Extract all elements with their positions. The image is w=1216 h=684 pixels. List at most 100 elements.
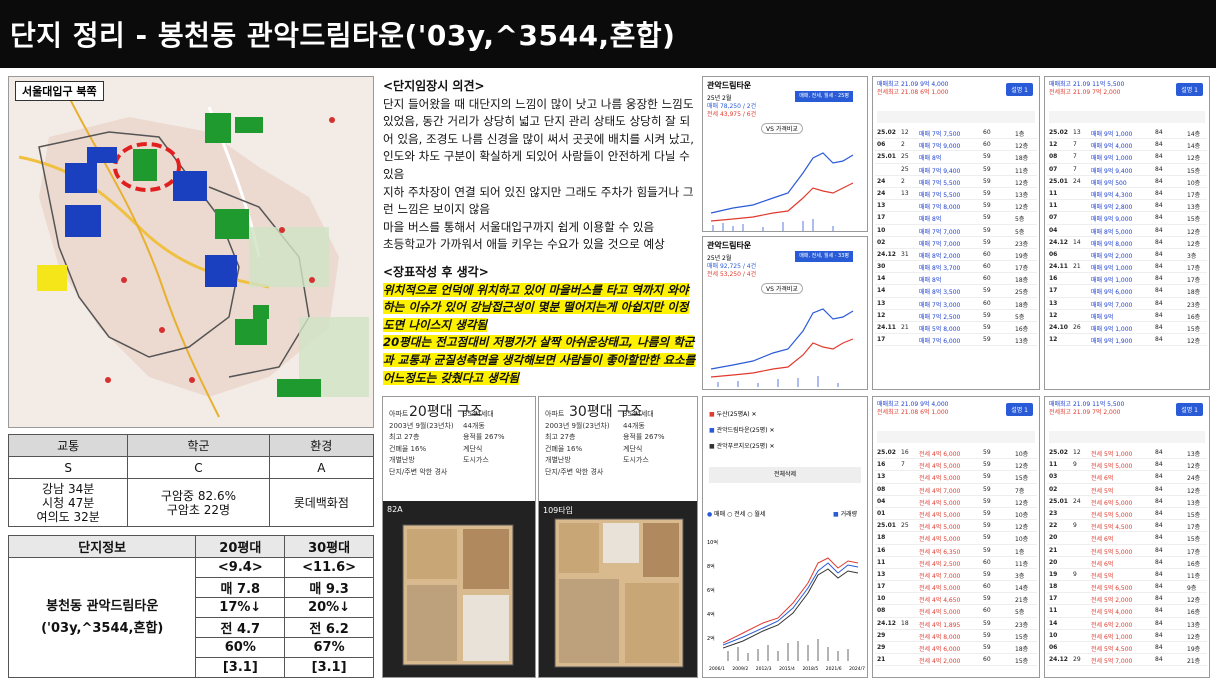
tx-price: 전세 4억 5,000 xyxy=(919,499,961,507)
tx-price: 매매 7억 7,000 xyxy=(919,228,961,236)
tx-price: 전세 4억 5,000 xyxy=(919,524,961,532)
tx-date: 14 xyxy=(877,275,886,283)
map-pin xyxy=(309,277,315,283)
tx-floor: 15층 xyxy=(1015,633,1029,641)
table-row: 18 전세 5억 6,500 84 9층 xyxy=(1047,581,1207,594)
table-row: 16 7 전세 4억 5,000 59 12층 xyxy=(875,459,1037,472)
tx-price: 전세 5억 4,500 xyxy=(1091,646,1133,653)
location-map: 서울대입구 북쪽 xyxy=(8,76,374,428)
tx-info-button[interactable]: 설명 1 xyxy=(1176,83,1203,96)
tx-price: 매매 9억 4,300 xyxy=(1091,191,1133,199)
tx-floor: 12층 xyxy=(1015,143,1029,151)
tx-price: 전세 4억 7,000 xyxy=(919,572,961,580)
table-row: 25.02 16 전세 4억 6,000 59 10층 xyxy=(875,447,1037,460)
tx-date: 20 xyxy=(1049,558,1058,566)
tx-highs: 매매최고 21.09 9억 4,000 전세최고 21.08 6억 1,000 xyxy=(877,401,949,417)
table-row: 25.02 13 매매 9억 1,000 84 14층 xyxy=(1047,127,1207,140)
tx-price: 매매 9억 1,000 xyxy=(1091,131,1133,138)
chart-filter-tag[interactable]: 매매, 전세, 월세 · 25평 xyxy=(795,91,853,102)
tx-area: 59 xyxy=(983,619,991,627)
map-illustration xyxy=(9,77,373,427)
tx-info-button[interactable]: 설명 1 xyxy=(1006,403,1033,416)
table-row: 13 매매 7억 3,000 60 18층 xyxy=(875,298,1037,310)
table-row: 06 전세 5억 4,500 84 19층 xyxy=(1047,642,1207,655)
tx-info-button[interactable]: 설명 1 xyxy=(1176,403,1203,416)
tx-floor: 19층 xyxy=(1015,252,1029,260)
after-opinion-heading: <장표작성 후 생각> xyxy=(383,265,489,279)
table-row: 04 전세 4억 5,000 59 12층 xyxy=(875,496,1037,508)
info-header-30py: 30평대 xyxy=(284,535,374,558)
tx-area: 84 xyxy=(1155,202,1163,210)
tx-floor: 21층 xyxy=(1015,597,1029,605)
tx-floor: 3층 xyxy=(1015,572,1025,580)
tx-floor: 17층 xyxy=(1187,524,1201,532)
tx-price: 전세 4억 5,000 xyxy=(919,609,961,617)
tx-floor: 11층 xyxy=(1015,167,1029,175)
tx-floor: 3층 xyxy=(1187,252,1197,260)
tx-day: 25 xyxy=(901,522,909,530)
tx-price: 전세 6억 xyxy=(1091,475,1114,483)
tx-price: 전세 4억 4,650 xyxy=(919,597,961,605)
map-pin xyxy=(121,277,127,283)
tx-price: 매매 7억 9,000 xyxy=(919,143,961,151)
floorplan-20-image: 82A xyxy=(383,501,535,677)
tx-filter-bar xyxy=(1049,111,1205,123)
table-row: 10 전세 4억 4,650 59 21층 xyxy=(875,593,1037,606)
tx-price: 매매 9억 500 xyxy=(1091,179,1127,187)
chart-filter-tag[interactable]: 매매, 전세, 월세 · 33평 xyxy=(795,251,853,262)
table-row: 10 전세 6억 1,000 84 12층 xyxy=(1047,630,1207,642)
tx-floor: 19층 xyxy=(1187,646,1201,653)
table-row: 11 매매 9억 2,800 84 13층 xyxy=(1047,200,1207,213)
table-row: 04 매매 8억 5,000 84 12층 xyxy=(1047,225,1207,237)
table-row: 08 전세 4억 5,000 60 5층 xyxy=(875,605,1037,618)
tx-area: 84 xyxy=(1155,324,1163,331)
tx-day: 25 xyxy=(901,165,909,173)
slide: 단지 정리 - 봉천동 관악드림타운('03y,^3544,혼합) 서울대입구 … xyxy=(0,0,1216,684)
tx-area: 60 xyxy=(983,299,991,307)
tx-floor: 15층 xyxy=(1187,326,1201,333)
title-bar: 단지 정리 - 봉천동 관악드림타운('03y,^3544,혼합) xyxy=(0,0,1216,68)
tx-day: 16 xyxy=(901,449,909,456)
info-30-cell: 67% xyxy=(284,637,374,658)
tx-day: 9 xyxy=(1073,522,1077,530)
table-row: 21 전세 4억 2,000 60 15층 xyxy=(875,654,1037,667)
tx-area: 84 xyxy=(1155,473,1163,481)
tx-area: 59 xyxy=(983,570,991,578)
clear-all-button[interactable]: 전체삭제 xyxy=(709,467,861,483)
tx-area: 59 xyxy=(983,461,991,469)
table-row: 25.02 12 매매 7억 7,500 60 1층 xyxy=(875,127,1037,140)
tx-date: 25.01 xyxy=(877,153,896,161)
table-row: 14 매매 8억 3,500 59 25층 xyxy=(875,285,1037,298)
tx-price: 매매 8억 2,000 xyxy=(919,252,961,260)
table-row: 06 매매 9억 2,000 84 3층 xyxy=(1047,249,1207,262)
after-opinion-line: 20평대는 전고점대비 저평가가 살짝 아쉬운상태고, 나름의 학군과 교통과 … xyxy=(383,335,696,385)
tx-price: 매매 9억 1,900 xyxy=(1091,338,1133,346)
tx-day: 7 xyxy=(1073,141,1077,149)
tx-date: 17 xyxy=(877,583,886,591)
transaction-list-rent-25py: 매매최고 21.09 9억 4,000 전세최고 21.08 6억 1,000 설명… xyxy=(872,396,1040,678)
floorplan-30-specs-b: 3544세대 44개동 용적률 267% 계단식 도시가스 xyxy=(623,410,665,464)
tx-floor: 18층 xyxy=(1015,155,1029,163)
tx-area: 84 xyxy=(1155,214,1163,222)
visit-opinion-line: 지하 주차장이 연결 되어 있진 않지만 그래도 주차가 힘들거나 그런 느낌은… xyxy=(383,184,694,217)
chart-title: 관악드림타운 xyxy=(707,241,752,250)
compare-legend: ● 매매 ○ 전세 ○ 월세 ■ 거래량 xyxy=(707,511,858,518)
tx-area: 59 xyxy=(983,165,991,173)
info-20-cell: 60% xyxy=(195,637,286,658)
table-row: 16 매매 9억 1,000 84 17층 xyxy=(1047,273,1207,286)
table-row: 25.01 24 전세 6억 5,000 84 13층 xyxy=(1047,496,1207,508)
floorplan-30py: 30평대 구조 아파트 2003년 9월(23년차) 최고 27층 건폐율 16… xyxy=(538,396,698,678)
price-trend-graphic xyxy=(710,152,854,231)
compare-item: 관악푸르지오(25평) xyxy=(716,443,768,450)
tx-highs: 매매최고 21.09 9억 4,000 전세최고 21.08 6억 1,000 xyxy=(877,81,949,97)
tx-high-sale: 매매최고 21.09 9억 4,000 xyxy=(877,401,949,408)
tx-info-button[interactable]: 설명 1 xyxy=(1006,83,1033,96)
tx-price: 전세 5억 4,000 xyxy=(1091,609,1133,617)
compare-item: 관악드림타운(25평) xyxy=(716,427,768,434)
info-20-cell: [3.1] xyxy=(195,657,286,678)
tx-floor: 23층 xyxy=(1015,621,1029,629)
tx-area: 84 xyxy=(1155,595,1163,603)
tx-price: 전세 5억 5,000 xyxy=(1091,463,1133,471)
tx-filter-bar xyxy=(877,111,1035,123)
info-30-cell: 매 9.3 xyxy=(284,577,374,598)
